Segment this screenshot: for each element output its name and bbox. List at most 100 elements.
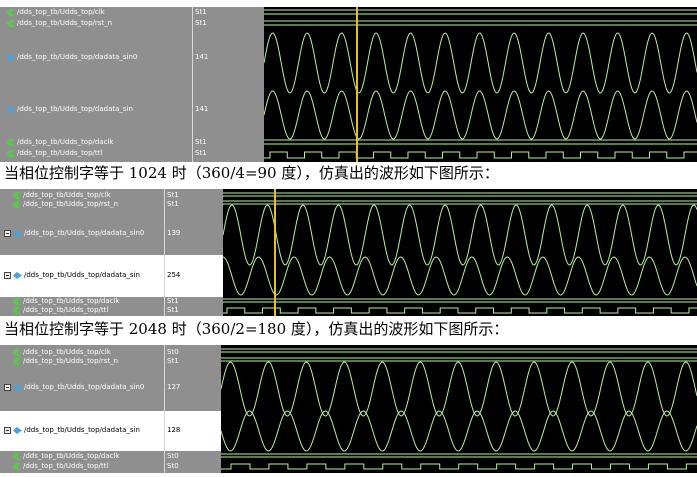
signal-row[interactable]: /dds_top_tb/Udds_top/rst_n <box>12 200 164 209</box>
signal-logic-icon <box>12 348 21 356</box>
signal-name-pane: /dds_top_tb/Udds_top/clk /dds_top_tb/Udd… <box>0 189 164 316</box>
ttl-trace <box>264 151 697 159</box>
dadata-sin0-trace <box>223 204 697 266</box>
signal-value: St0 <box>167 452 179 460</box>
signal-row[interactable]: /dds_top_tb/Udds_top/daclk <box>12 452 164 461</box>
signal-logic-icon <box>12 297 21 305</box>
signal-name: /dds_top_tb/Udds_top/daclk <box>17 138 114 146</box>
signal-logic-icon <box>6 138 15 146</box>
signal-name-pane: /dds_top_tb/Udds_top/clk /dds_top_tb/Udd… <box>0 7 192 162</box>
dadata-sin-trace <box>223 256 697 296</box>
signal-value: St0 <box>167 462 179 470</box>
signal-row[interactable]: /dds_top_tb/Udds_top/daclk <box>12 297 164 306</box>
signal-row[interactable]: /dds_top_tb/Udds_top/rst_n <box>12 357 164 366</box>
rst-n-trace <box>264 20 697 26</box>
signal-value-pane: St0 St1 127 128 St0 St0 <box>164 345 221 473</box>
signal-row[interactable]: /dds_top_tb/Udds_top/clk <box>12 191 164 200</box>
signal-row[interactable]: /dds_top_tb/Udds_top/rst_n <box>6 19 192 28</box>
signal-name: /dds_top_tb/Udds_top/ttl <box>23 306 109 314</box>
wave-window[interactable] <box>221 345 697 473</box>
waveform-panel-1: /dds_top_tb/Udds_top/clk /dds_top_tb/Udd… <box>0 7 697 162</box>
signal-value: St1 <box>195 8 207 16</box>
signal-name: /dds_top_tb/Udds_top/dadata_sin <box>17 105 133 113</box>
signal-name: /dds_top_tb/Udds_top/clk <box>17 8 105 16</box>
clk-trace <box>221 348 697 353</box>
signal-value-pane: St1 St1 139 254 St1 St1 <box>164 189 223 316</box>
signal-value: 141 <box>195 53 209 61</box>
signal-row[interactable]: /dds_top_tb/Udds_top/ttl <box>12 306 164 315</box>
signal-row[interactable]: /dds_top_tb/Udds_top/ttl <box>12 462 164 471</box>
signal-name: /dds_top_tb/Udds_top/dadata_sin0 <box>24 383 145 391</box>
signal-analog-icon <box>13 229 22 237</box>
signal-analog-icon <box>6 105 15 113</box>
signal-name: /dds_top_tb/Udds_top/daclk <box>23 297 120 305</box>
signal-analog-icon <box>13 271 22 279</box>
signal-row[interactable]: /dds_top_tb/Udds_top/daclk <box>6 138 192 147</box>
signal-value: St1 <box>195 19 207 27</box>
waveform-panel-2: /dds_top_tb/Udds_top/clk /dds_top_tb/Udd… <box>0 189 697 316</box>
signal-row[interactable]: /dds_top_tb/Udds_top/dadata_sin0 <box>6 53 192 62</box>
waveform-panel-3: /dds_top_tb/Udds_top/clk /dds_top_tb/Udd… <box>0 345 697 473</box>
signal-row[interactable]: /dds_top_tb/Udds_top/dadata_sin0 <box>4 229 164 238</box>
signal-value: 128 <box>167 426 181 434</box>
signal-value: St0 <box>167 348 179 356</box>
signal-value: St1 <box>167 200 179 208</box>
signal-logic-icon <box>12 462 21 470</box>
caption-phase-1024: 当相位控制字等于 1024 时（360/4=90 度），仿真出的波形如下图所示： <box>4 164 499 182</box>
signal-row[interactable]: /dds_top_tb/Udds_top/clk <box>12 348 164 357</box>
signal-row[interactable]: /dds_top_tb/Udds_top/dadata_sin <box>6 105 192 114</box>
signal-analog-icon <box>13 383 22 391</box>
expand-toggle-icon[interactable] <box>4 383 11 391</box>
daclk-trace <box>264 139 697 145</box>
signal-logic-icon <box>12 191 21 199</box>
signal-value: St1 <box>167 191 179 199</box>
signal-name: /dds_top_tb/Udds_top/daclk <box>23 452 120 460</box>
signal-value: St1 <box>167 306 179 314</box>
signal-logic-icon <box>12 357 21 365</box>
expand-toggle-icon[interactable] <box>4 426 11 434</box>
signal-value: St1 <box>167 297 179 305</box>
daclk-trace <box>221 453 697 458</box>
rst-n-trace <box>221 357 697 362</box>
signal-name-pane: /dds_top_tb/Udds_top/clk /dds_top_tb/Udd… <box>0 345 164 473</box>
signal-row[interactable]: /dds_top_tb/Udds_top/dadata_sin0 <box>4 383 164 392</box>
signal-row[interactable]: /dds_top_tb/Udds_top/ttl <box>6 149 192 158</box>
signal-name: /dds_top_tb/Udds_top/dadata_sin <box>24 271 140 279</box>
clk-trace <box>264 9 697 15</box>
ttl-trace <box>223 307 697 314</box>
signal-logic-icon <box>6 149 15 157</box>
signal-name: /dds_top_tb/Udds_top/ttl <box>17 149 103 157</box>
dadata-sin-trace <box>221 410 697 452</box>
ttl-trace <box>221 463 697 470</box>
signal-logic-icon <box>12 306 21 314</box>
signal-name: /dds_top_tb/Udds_top/rst_n <box>17 19 113 27</box>
signal-logic-icon <box>12 452 21 460</box>
signal-value: St1 <box>167 357 179 365</box>
caption-phase-2048: 当相位控制字等于 2048 时（360/2=180 度），仿真出的波形如下图所示… <box>4 320 509 338</box>
signal-value: 127 <box>167 383 181 391</box>
dadata-sin0-trace <box>221 361 697 417</box>
signal-logic-icon <box>12 200 21 208</box>
signal-name: /dds_top_tb/Udds_top/dadata_sin0 <box>24 229 145 237</box>
signal-value: St1 <box>195 138 207 146</box>
signal-name: /dds_top_tb/Udds_top/dadata_sin0 <box>17 53 138 61</box>
signal-analog-icon <box>6 53 15 61</box>
wave-window[interactable] <box>223 189 697 316</box>
expand-toggle-icon[interactable] <box>4 271 11 279</box>
signal-value: 141 <box>195 105 209 113</box>
expand-toggle-icon[interactable] <box>4 229 11 237</box>
dadata-sin-trace <box>264 90 697 140</box>
signal-name: /dds_top_tb/Udds_top/rst_n <box>23 200 119 208</box>
dadata-sin0-trace <box>264 32 697 94</box>
signal-row-selected[interactable]: /dds_top_tb/Udds_top/dadata_sin <box>0 411 164 451</box>
signal-value-pane: St1 St1 141 141 St1 St1 <box>192 7 264 162</box>
signal-value: 139 <box>167 229 181 237</box>
signal-name: /dds_top_tb/Udds_top/rst_n <box>23 357 119 365</box>
signal-name: /dds_top_tb/Udds_top/ttl <box>23 462 109 470</box>
signal-row[interactable]: /dds_top_tb/Udds_top/clk <box>6 8 192 17</box>
daclk-trace <box>223 298 697 303</box>
signal-logic-icon <box>6 19 15 27</box>
signal-row-selected[interactable]: /dds_top_tb/Udds_top/dadata_sin <box>0 255 164 297</box>
signal-value-selected: 128 <box>165 411 221 451</box>
wave-window[interactable] <box>264 7 697 162</box>
